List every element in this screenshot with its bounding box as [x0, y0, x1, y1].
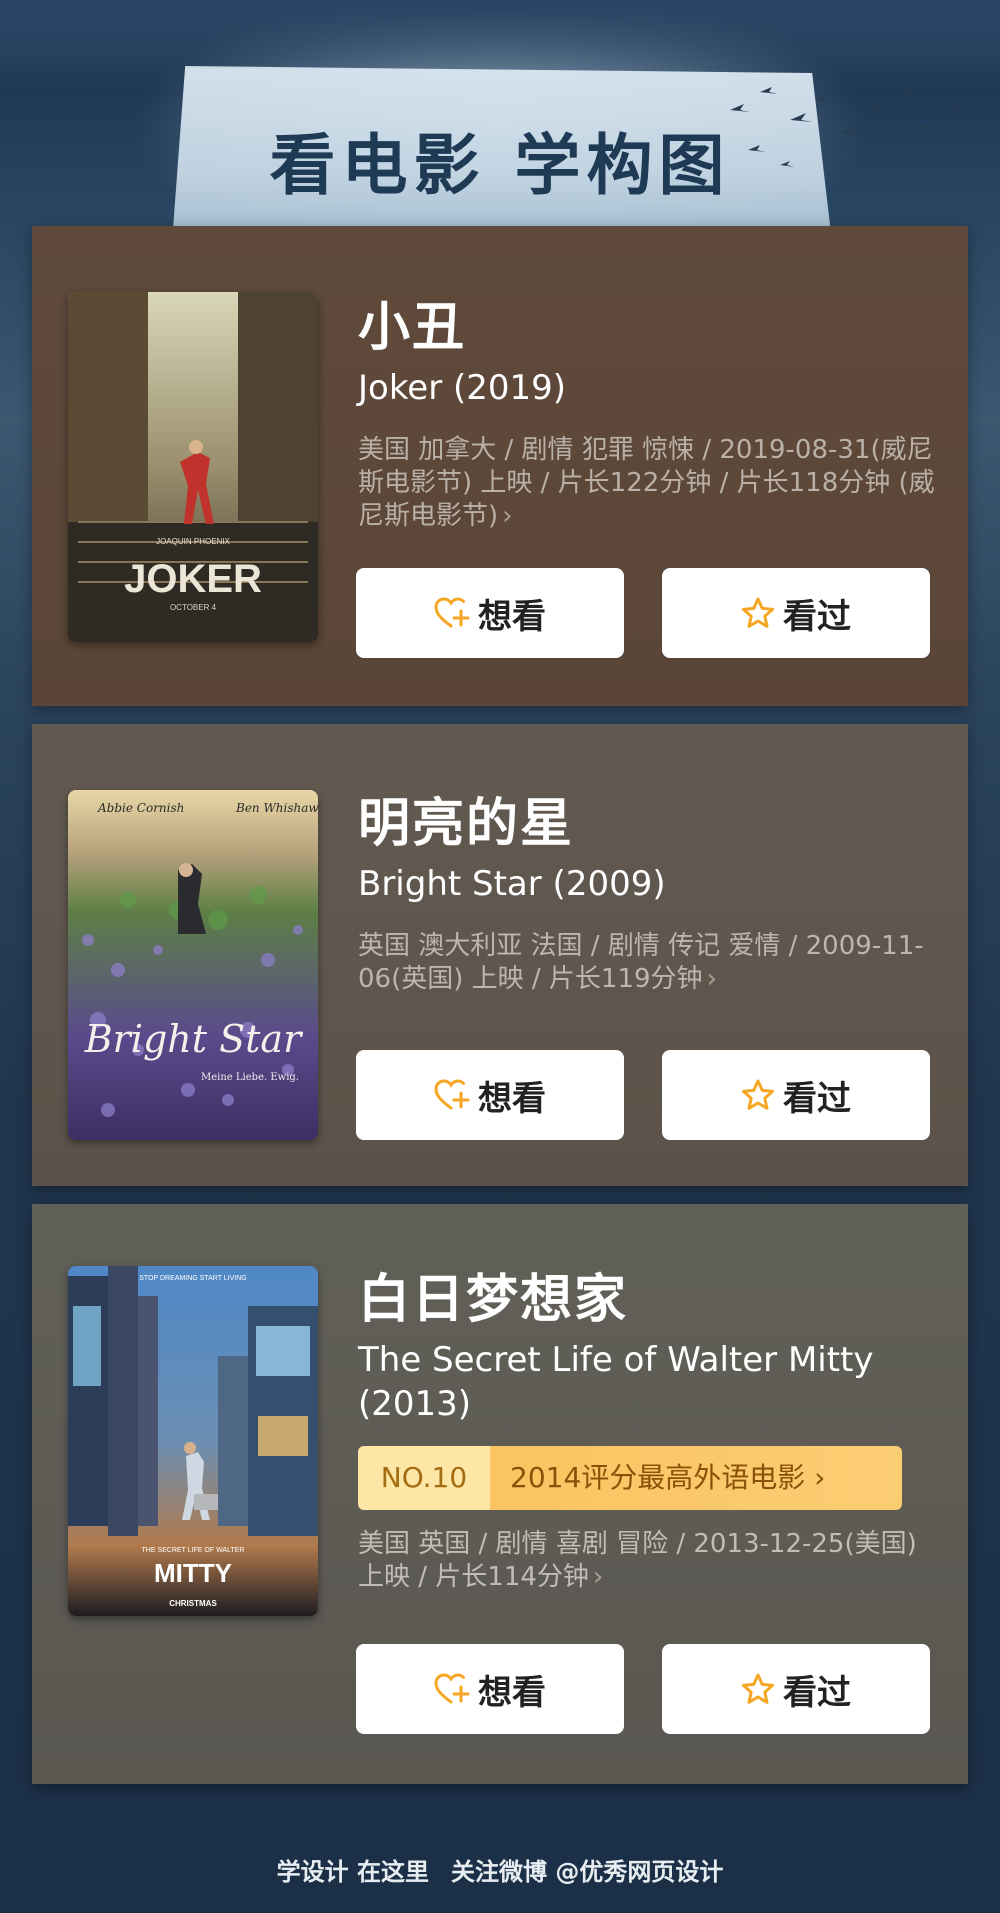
poster-joker-image: JOAQUIN PHOENIX JOKER OCTOBER 4	[68, 292, 318, 642]
chevron-right-icon: ›	[502, 501, 513, 531]
poster-bright-star-image: Abbie Cornish Ben Whishaw Bright Star Me…	[68, 790, 318, 1140]
watched-label: 看过	[783, 596, 851, 637]
watched-button[interactable]: 看过	[662, 1050, 930, 1140]
movie-card-walter-mitty[interactable]: STOP DREAMING START LIVING THE SECRET LI…	[32, 1204, 968, 1784]
ranking-number: NO.10	[358, 1446, 490, 1510]
poster-joker-word: JOKER	[124, 557, 262, 601]
movie-meta-text: 美国 英国 / 剧情 喜剧 冒险 / 2013-12-25(美国) 上映 / 片…	[358, 1529, 917, 1592]
poster-joker-credit: JOAQUIN PHOENIX	[156, 537, 230, 546]
watched-button[interactable]: 看过	[662, 568, 930, 658]
movie-meta-link[interactable]: 美国 加拿大 / 剧情 犯罪 惊悚 / 2019-08-31(威尼斯电影节) 上…	[358, 434, 942, 533]
want-to-watch-button[interactable]: 想看	[356, 1050, 624, 1140]
poster-walter-mitty-image: STOP DREAMING START LIVING THE SECRET LI…	[68, 1266, 318, 1616]
poster-walter-mitty-release: CHRISTMAS	[169, 1599, 217, 1608]
footer-slogan: 学设计 在这里	[276, 1858, 429, 1886]
star-outline-icon	[742, 597, 774, 628]
movie-title-en: Bright Star (2009)	[358, 864, 666, 904]
watched-label: 看过	[783, 1078, 851, 1119]
star-outline-icon	[742, 1673, 774, 1704]
movie-info-joker: 小丑 Joker (2019) 美国 加拿大 / 剧情 犯罪 惊悚 / 2019…	[358, 296, 942, 533]
movie-title-en: The Secret Life of Walter Mitty (2013)	[358, 1340, 874, 1424]
page-title: 看电影 学构图	[269, 127, 731, 204]
movie-card-bright-star[interactable]: Abbie Cornish Ben Whishaw Bright Star Me…	[32, 724, 968, 1186]
footer: 学设计 在这里 关注微博 @优秀网页设计	[0, 1852, 1000, 1887]
ranking-badge[interactable]: NO.10 2014评分最高外语电影 ›	[358, 1446, 902, 1510]
movie-meta-link[interactable]: 英国 澳大利亚 法国 / 剧情 传记 爱情 / 2009-11-06(英国) 上…	[358, 930, 942, 996]
want-to-watch-label: 想看	[478, 1672, 546, 1713]
poster-bright-star-word: Bright Star	[84, 1017, 304, 1061]
watched-label: 看过	[783, 1672, 851, 1713]
movie-title-cn: 明亮的星	[358, 794, 575, 854]
ranking-label: 2014评分最高外语电影 ›	[490, 1446, 902, 1510]
footer-weibo-link[interactable]: 关注微博 @优秀网页设计	[451, 1858, 723, 1886]
poster-walter-mitty[interactable]: STOP DREAMING START LIVING THE SECRET LI…	[68, 1266, 318, 1616]
poster-actor-left: Abbie Cornish	[97, 801, 184, 815]
poster-walter-mitty-word: MITTY	[154, 1558, 232, 1588]
poster-bright-star[interactable]: Abbie Cornish Ben Whishaw Bright Star Me…	[68, 790, 318, 1140]
star-outline-icon	[742, 1079, 774, 1110]
poster-joker[interactable]: JOAQUIN PHOENIX JOKER OCTOBER 4	[68, 292, 318, 642]
want-to-watch-button[interactable]: 想看	[356, 568, 624, 658]
movie-info-walter-mitty: 白日梦想家 The Secret Life of Walter Mitty (2…	[358, 1268, 942, 1594]
watched-button[interactable]: 看过	[662, 1644, 930, 1734]
ranking-text: 2014评分最高外语电影	[510, 1461, 806, 1494]
chevron-right-icon: ›	[814, 1461, 826, 1494]
poster-actor-right: Ben Whishaw	[235, 801, 318, 815]
want-to-watch-button[interactable]: 想看	[356, 1644, 624, 1734]
movie-card-joker[interactable]: JOAQUIN PHOENIX JOKER OCTOBER 4 小丑 Joker…	[32, 226, 968, 706]
chevron-right-icon: ›	[592, 1562, 604, 1592]
movie-title-en: Joker (2019)	[358, 368, 567, 408]
heart-plus-icon	[434, 597, 470, 628]
poster-joker-date: OCTOBER 4	[170, 603, 217, 612]
want-to-watch-label: 想看	[478, 1078, 546, 1119]
movie-meta-link[interactable]: 美国 英国 / 剧情 喜剧 冒险 / 2013-12-25(美国) 上映 / 片…	[358, 1528, 942, 1594]
movie-info-bright-star: 明亮的星 Bright Star (2009) 英国 澳大利亚 法国 / 剧情 …	[358, 792, 942, 996]
poster-bright-star-tagline: Meine Liebe. Ewig.	[201, 1072, 299, 1083]
heart-plus-icon	[434, 1673, 470, 1704]
chevron-right-icon: ›	[706, 964, 717, 994]
top-shade	[0, 0, 1000, 70]
poster-walter-mitty-subtitle: THE SECRET LIFE OF WALTER	[142, 1547, 245, 1554]
movie-title-cn: 白日梦想家	[358, 1270, 629, 1330]
poster-walter-mitty-tagline: STOP DREAMING START LIVING	[139, 1275, 247, 1282]
want-to-watch-label: 想看	[478, 596, 546, 637]
movie-title-cn: 小丑	[358, 298, 467, 358]
movie-meta-text: 英国 澳大利亚 法国 / 剧情 传记 爱情 / 2009-11-06(英国) 上…	[358, 931, 924, 994]
movie-meta-text: 美国 加拿大 / 剧情 犯罪 惊悚 / 2019-08-31(威尼斯电影节) 上…	[358, 435, 935, 531]
heart-plus-icon	[434, 1079, 470, 1110]
